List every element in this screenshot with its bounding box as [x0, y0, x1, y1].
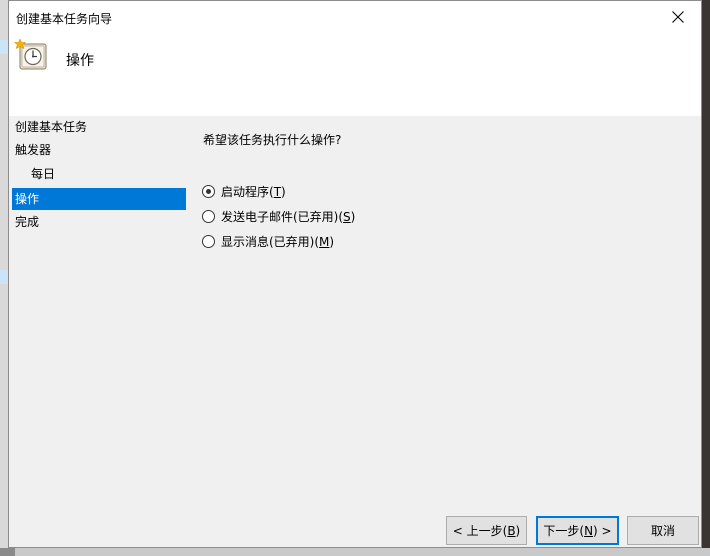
nav-step-finish[interactable]: 完成 — [12, 211, 186, 233]
radio-display-message[interactable]: 显示消息(已弃用)(M) — [202, 232, 334, 250]
radio-button-checked[interactable] — [202, 184, 215, 198]
back-button[interactable]: < 上一步(B) — [446, 516, 527, 545]
radio-start-program[interactable]: 启动程序(T) — [202, 182, 286, 200]
nav-step-action[interactable]: 操作 — [12, 188, 186, 210]
radio-button[interactable] — [202, 234, 215, 248]
background-taskbar-strip — [0, 548, 710, 556]
radio-send-email[interactable]: 发送电子邮件(已弃用)(S) — [202, 207, 355, 225]
nav-step-daily[interactable]: 每日 — [12, 163, 186, 185]
wizard-dialog: 创建基本任务向导 操作 创建基本任务 触发器 每日 操作 完成 希望该任务执行什… — [8, 0, 702, 548]
background-selection — [0, 270, 8, 284]
close-icon — [672, 10, 684, 23]
cancel-button[interactable]: 取消 — [627, 516, 699, 545]
task-scheduler-clock-icon — [14, 38, 47, 70]
cancel-button-label: 取消 — [650, 524, 675, 538]
nav-step-trigger[interactable]: 触发器 — [12, 139, 186, 161]
page-title: 操作 — [66, 53, 94, 69]
window-title: 创建基本任务向导 — [16, 12, 113, 26]
nav-step-create-basic-task[interactable]: 创建基本任务 — [12, 116, 186, 138]
next-button[interactable]: 下一步(N) > — [536, 516, 619, 545]
back-button-label: < 上一步(B) — [452, 523, 521, 539]
radio-label: 显示消息(已弃用)(M) — [221, 234, 335, 249]
radio-label: 发送电子邮件(已弃用)(S) — [221, 209, 356, 224]
close-button[interactable] — [655, 1, 701, 32]
background-chip — [0, 548, 15, 556]
radio-label: 启动程序(T) — [221, 184, 286, 199]
background-selection — [0, 40, 8, 54]
wizard-header: 操作 — [9, 32, 701, 116]
title-bar[interactable]: 创建基本任务向导 — [9, 1, 701, 32]
action-question: 希望该任务执行什么操作? — [203, 133, 342, 147]
next-button-label: 下一步(N) > — [543, 523, 612, 539]
background-window-strip — [0, 0, 8, 556]
radio-button[interactable] — [202, 209, 215, 223]
